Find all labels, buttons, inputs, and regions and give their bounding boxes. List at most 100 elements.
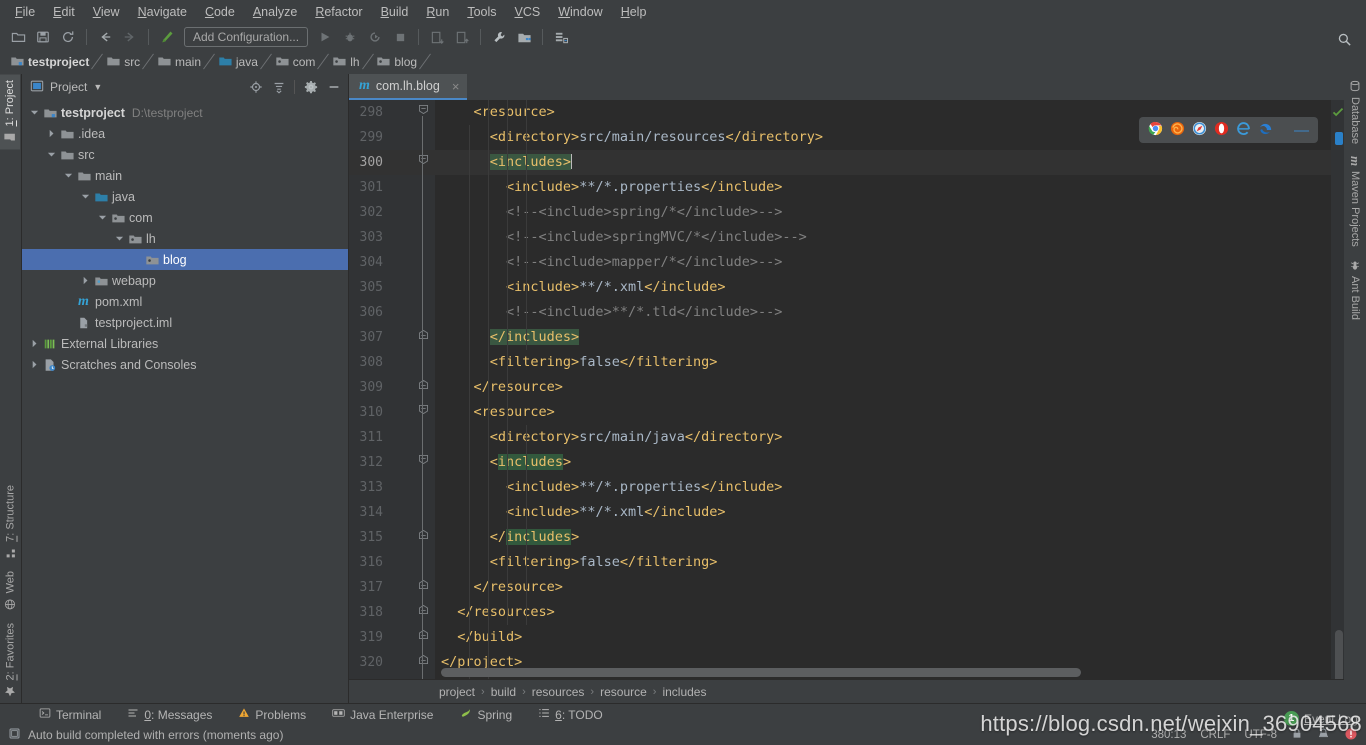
navbar-crumb-blog[interactable]: blog bbox=[372, 53, 420, 72]
chevron-down-icon[interactable]: ▼ bbox=[93, 82, 102, 92]
editor-crumb-build[interactable]: build bbox=[487, 684, 520, 700]
fold-toggle-icon[interactable] bbox=[411, 325, 435, 350]
event-log-label[interactable]: Event Log bbox=[1304, 712, 1358, 726]
vertical-scrollbar-thumb[interactable] bbox=[1335, 630, 1343, 679]
horizontal-scrollbar[interactable] bbox=[441, 668, 1330, 677]
bottom-tab-java-enterprise[interactable]: Java Enterprise bbox=[319, 705, 446, 724]
horizontal-scrollbar-thumb[interactable] bbox=[441, 668, 1082, 677]
tree-expand-arrow[interactable] bbox=[28, 106, 41, 119]
tree-expand-arrow[interactable] bbox=[96, 211, 109, 224]
settings-wrench-icon[interactable] bbox=[487, 26, 511, 48]
fold-toggle-icon[interactable] bbox=[411, 625, 435, 650]
project-tree[interactable]: testproject D:\testproject .idea src main jav… bbox=[22, 100, 348, 703]
browser-preview-bar[interactable]: — bbox=[1139, 117, 1318, 143]
settings-gear-icon[interactable] bbox=[300, 77, 321, 97]
code-line[interactable]: <include>**/*.properties</include> bbox=[435, 475, 1331, 500]
code-line[interactable]: <include>**/*.xml</include> bbox=[435, 500, 1331, 525]
tree-node-external-libraries[interactable]: External Libraries bbox=[22, 333, 348, 354]
tool-stripe-button-favorites[interactable]: 2: Favorites bbox=[0, 617, 21, 703]
menu-item-code[interactable]: Code bbox=[196, 3, 244, 21]
code-area[interactable]: <resource> <directory>src/main/resources… bbox=[435, 100, 1331, 679]
menu-item-window[interactable]: Window bbox=[549, 3, 611, 21]
code-line[interactable]: </includes> bbox=[435, 325, 1331, 350]
menu-item-tools[interactable]: Tools bbox=[458, 3, 505, 21]
internet-explorer-icon[interactable] bbox=[1236, 121, 1251, 139]
menu-item-edit[interactable]: Edit bbox=[44, 3, 84, 21]
code-line[interactable]: </resource> bbox=[435, 375, 1331, 400]
project-structure-icon[interactable] bbox=[512, 26, 536, 48]
bottom-tab-6--todo[interactable]: 6: TODO bbox=[525, 705, 616, 724]
fold-toggle-icon[interactable] bbox=[411, 450, 435, 475]
code-line[interactable]: <resource> bbox=[435, 400, 1331, 425]
menu-item-build[interactable]: Build bbox=[372, 3, 418, 21]
tool-stripe-button-database[interactable]: Database bbox=[1344, 74, 1366, 150]
caret-position[interactable]: 380:13 bbox=[1151, 729, 1186, 741]
open-folder-icon[interactable] bbox=[6, 26, 30, 48]
firefox-icon[interactable] bbox=[1170, 121, 1185, 139]
fold-toggle-icon[interactable] bbox=[411, 100, 435, 125]
tool-stripe-button-structure[interactable]: 7: Structure bbox=[0, 479, 21, 565]
fold-toggle-icon[interactable] bbox=[411, 150, 435, 175]
scroll-marker[interactable] bbox=[1335, 132, 1343, 145]
code-line[interactable]: <include>**/*.xml</include> bbox=[435, 275, 1331, 300]
tree-expand-arrow[interactable] bbox=[79, 190, 92, 203]
tree-node-src[interactable]: src bbox=[22, 144, 348, 165]
code-line[interactable]: <directory>src/main/java</directory> bbox=[435, 425, 1331, 450]
tree-expand-arrow[interactable] bbox=[28, 358, 41, 371]
lock-icon[interactable] bbox=[1291, 727, 1303, 743]
opera-icon[interactable] bbox=[1214, 121, 1229, 139]
navbar-crumb-com[interactable]: com bbox=[271, 53, 319, 72]
error-icon[interactable] bbox=[1344, 727, 1358, 744]
tree-node-lh[interactable]: lh bbox=[22, 228, 348, 249]
save-icon[interactable] bbox=[31, 26, 55, 48]
navbar-crumb-lh[interactable]: lh bbox=[328, 53, 362, 72]
hide-icon[interactable] bbox=[323, 77, 344, 97]
menu-item-navigate[interactable]: Navigate bbox=[129, 3, 196, 21]
tool-stripe-button-project[interactable]: 1: Project bbox=[0, 74, 20, 150]
bottom-tab-problems[interactable]: Problems bbox=[225, 705, 319, 724]
tree-node-testproject[interactable]: testproject D:\testproject bbox=[22, 102, 348, 123]
tree-node-pom-xml[interactable]: m pom.xml bbox=[22, 291, 348, 312]
editor-tab-pom[interactable]: m com.lh.blog × bbox=[349, 74, 468, 100]
tree-node-webapp[interactable]: webapp bbox=[22, 270, 348, 291]
database-toolbar-icon[interactable] bbox=[549, 26, 573, 48]
tree-node-main[interactable]: main bbox=[22, 165, 348, 186]
menu-item-view[interactable]: View bbox=[84, 3, 129, 21]
fold-toggle-icon[interactable] bbox=[411, 600, 435, 625]
code-line[interactable]: </resource> bbox=[435, 575, 1331, 600]
code-line[interactable]: <includes> bbox=[435, 450, 1331, 475]
tree-node-com[interactable]: com bbox=[22, 207, 348, 228]
collapse-browser-bar-icon[interactable]: — bbox=[1294, 123, 1309, 138]
safari-icon[interactable] bbox=[1192, 121, 1207, 139]
code-line[interactable]: <includes> bbox=[435, 150, 1331, 175]
tree-expand-arrow[interactable] bbox=[28, 337, 41, 350]
fold-toggle-icon[interactable] bbox=[411, 575, 435, 600]
fold-toggle-icon[interactable] bbox=[411, 375, 435, 400]
refresh-icon[interactable] bbox=[56, 26, 80, 48]
navbar-crumb-src[interactable]: src bbox=[102, 53, 143, 72]
navbar-crumb-java[interactable]: java bbox=[214, 53, 261, 72]
code-line[interactable]: <filtering>false</filtering> bbox=[435, 550, 1331, 575]
code-line[interactable]: </resources> bbox=[435, 600, 1331, 625]
tree-node-blog[interactable]: blog bbox=[22, 249, 348, 270]
encoding[interactable]: UTF-8 bbox=[1244, 729, 1277, 741]
fold-toggle-icon[interactable] bbox=[411, 650, 435, 675]
tree-node--idea[interactable]: .idea bbox=[22, 123, 348, 144]
code-line[interactable]: <!--<include>springMVC/*</include>--> bbox=[435, 225, 1331, 250]
event-log-group[interactable]: 1 Event Log bbox=[1283, 711, 1358, 726]
fold-toggle-icon[interactable] bbox=[411, 525, 435, 550]
tree-expand-arrow[interactable] bbox=[62, 169, 75, 182]
code-line[interactable]: <filtering>false</filtering> bbox=[435, 350, 1331, 375]
build-hammer-icon[interactable] bbox=[155, 26, 179, 48]
tool-stripe-button-web[interactable]: Web bbox=[0, 565, 21, 616]
tree-node-scratches-and-consoles[interactable]: Scratches and Consoles bbox=[22, 354, 348, 375]
close-icon[interactable]: × bbox=[452, 79, 460, 94]
fold-toggle-icon[interactable] bbox=[411, 400, 435, 425]
tree-node-java[interactable]: java bbox=[22, 186, 348, 207]
code-line[interactable]: </build> bbox=[435, 625, 1331, 650]
menu-item-vcs[interactable]: VCS bbox=[506, 3, 550, 21]
navbar-crumb-testproject[interactable]: testproject bbox=[6, 53, 92, 72]
tree-expand-arrow[interactable] bbox=[45, 127, 58, 140]
line-separator[interactable]: CRLF bbox=[1200, 729, 1230, 741]
tree-expand-arrow[interactable] bbox=[79, 274, 92, 287]
